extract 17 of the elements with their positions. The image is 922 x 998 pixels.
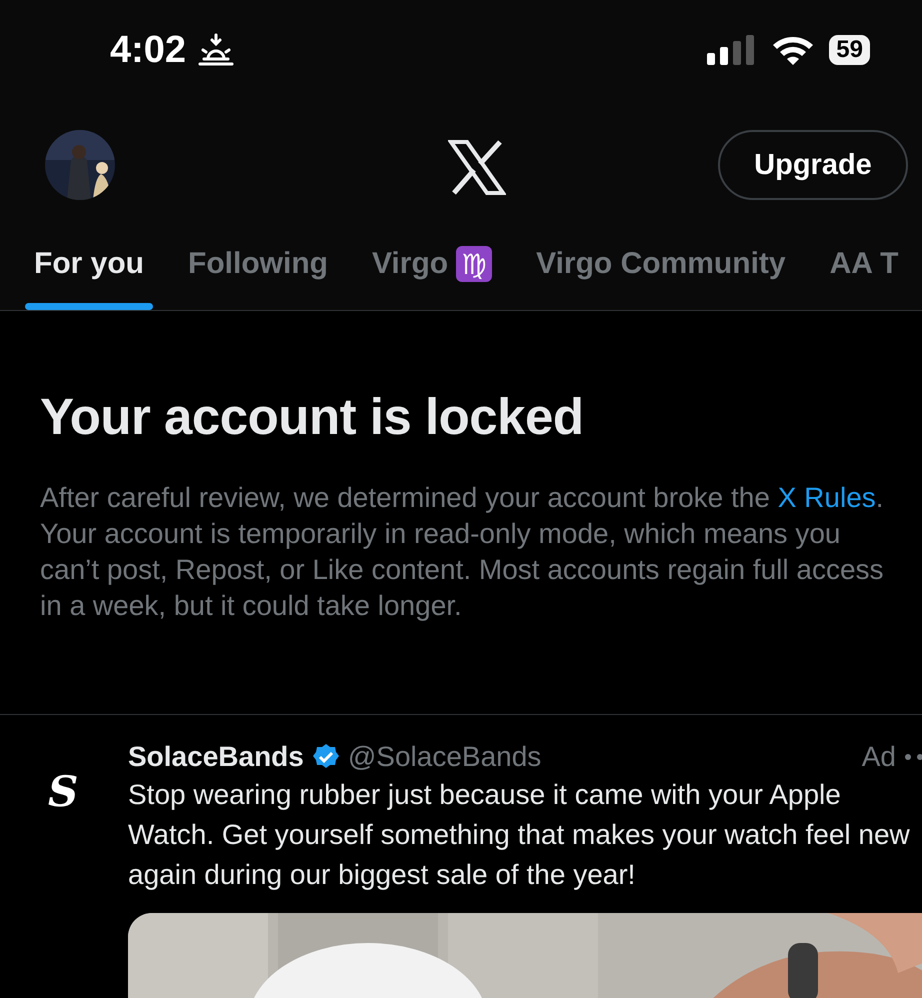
advertiser-name[interactable]: SolaceBands xyxy=(128,741,304,773)
feed-tab[interactable]: For you xyxy=(25,230,153,310)
feed-tab[interactable]: Following xyxy=(179,230,337,310)
battery-indicator: 59 xyxy=(829,35,870,65)
advertiser-logo: S xyxy=(48,766,80,818)
rules-link[interactable]: X Rules xyxy=(778,482,876,513)
advertiser-handle: @SolaceBands xyxy=(348,741,542,773)
feed-tab[interactable]: Virgo Community xyxy=(527,230,795,310)
notice-title: Your account is locked xyxy=(40,387,585,446)
notice-text: After careful review, we determined your account broke the X Rules. Your account is temporarily in read-only mode, which means you can’t post, Repost, or Like content. Most accounts regain full access in a week, but it could take longer. xyxy=(40,481,885,623)
ad-label: Ad xyxy=(862,741,896,773)
feed-tab[interactable]: Virgo ♍ xyxy=(362,230,502,310)
virgo-emoji-icon: ♍ xyxy=(456,246,492,282)
upgrade-button[interactable]: Upgrade xyxy=(718,130,908,200)
status-time: 4:02 xyxy=(110,28,186,72)
ad-text: Stop wearing rubber just because it came with your Apple Watch. Get yourself something that makes your watch feel new again during our biggest sale of the year! xyxy=(128,778,911,892)
feed-tab[interactable]: AA T xyxy=(820,230,908,310)
